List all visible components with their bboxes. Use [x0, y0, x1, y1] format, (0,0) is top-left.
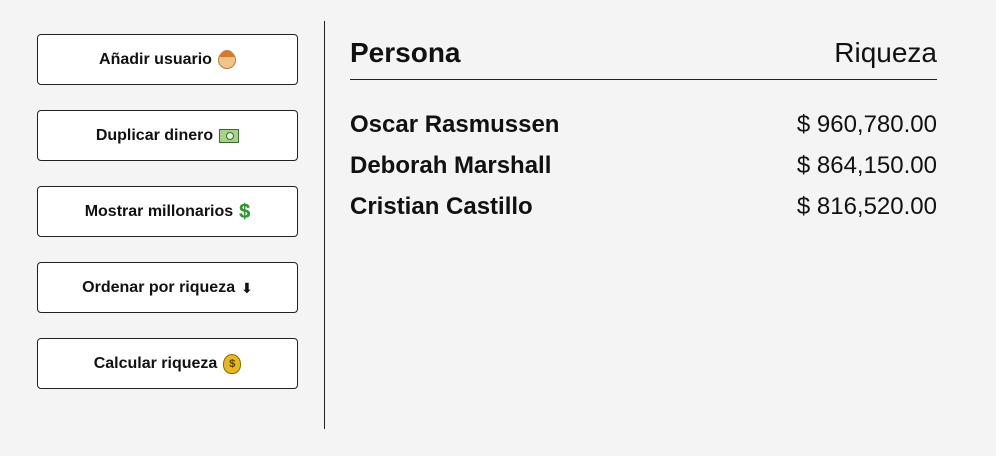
person-name: Deborah Marshall	[350, 151, 552, 179]
dollar-sign-icon: $	[239, 200, 251, 223]
add-user-button[interactable]: Añadir usuario	[37, 34, 298, 85]
person-row: Cristian Castillo $ 816,520.00	[350, 186, 937, 227]
show-millionaires-button[interactable]: Mostrar millonarios $	[37, 186, 298, 237]
person-name: Cristian Castillo	[350, 192, 533, 220]
add-user-label: Añadir usuario	[99, 50, 212, 68]
double-money-label: Duplicar dinero	[95, 126, 214, 144]
sort-by-wealth-label: Ordenar por riqueza	[82, 278, 236, 296]
wealth-column-header: Riqueza	[834, 37, 937, 68]
calculate-wealth-label: Calcular riqueza	[93, 354, 218, 372]
person-list: Oscar Rasmussen $ 960,780.00 Deborah Mar…	[350, 104, 937, 227]
sort-by-wealth-button[interactable]: Ordenar por riqueza ⬇	[37, 262, 298, 313]
banknote-icon	[219, 128, 240, 143]
person-row: Oscar Rasmussen $ 960,780.00	[350, 104, 937, 145]
person-wealth: $ 960,780.00	[796, 110, 937, 138]
vertical-divider	[324, 21, 325, 429]
person-column-header: Persona	[350, 37, 461, 68]
person-wealth: $ 816,520.00	[796, 192, 937, 220]
calculate-wealth-button[interactable]: Calcular riqueza $	[37, 338, 298, 389]
person-row: Deborah Marshall $ 864,150.00	[350, 145, 937, 186]
person-icon	[217, 49, 236, 69]
arrow-down-icon: ⬇	[241, 279, 253, 296]
table-header: Persona Riqueza	[350, 34, 937, 80]
main-panel: Persona Riqueza Oscar Rasmussen $ 960,78…	[350, 34, 937, 227]
sidebar: Añadir usuario Duplicar dinero Mostrar m…	[37, 34, 298, 389]
show-millionaires-label: Mostrar millonarios	[84, 202, 234, 220]
person-wealth: $ 864,150.00	[796, 151, 937, 179]
person-name: Oscar Rasmussen	[350, 110, 560, 138]
money-bag-icon: $	[223, 353, 242, 374]
double-money-button[interactable]: Duplicar dinero	[37, 110, 298, 161]
